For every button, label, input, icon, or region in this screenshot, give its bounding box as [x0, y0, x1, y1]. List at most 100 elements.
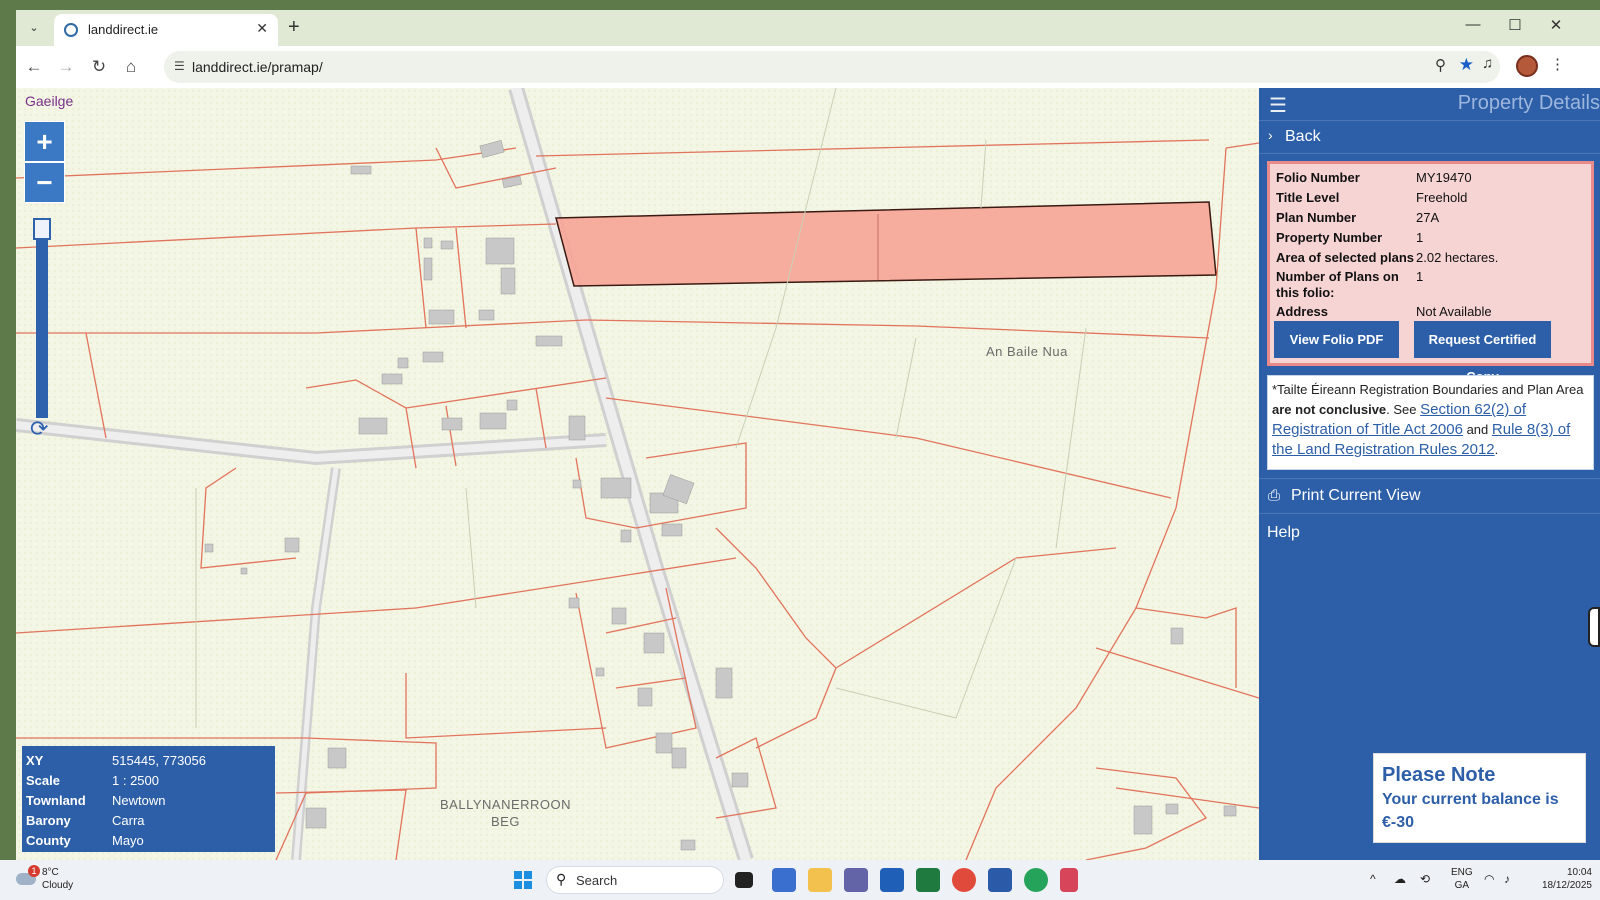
notice-see-text: . See — [1386, 402, 1417, 417]
balance-note-title: Please Note — [1382, 764, 1496, 786]
xy-label: XY — [26, 752, 44, 768]
panel-header: ☰ Property Details — [1259, 88, 1600, 118]
file-explorer-icon[interactable] — [808, 868, 832, 892]
site-favicon-icon — [64, 23, 78, 37]
teams-icon[interactable] — [844, 868, 868, 892]
word-icon[interactable] — [988, 868, 1012, 892]
maximize-icon[interactable]: ☐ — [1505, 16, 1525, 34]
balance-note: Please Note Your current balance is €-30 — [1373, 753, 1586, 843]
balance-note-amount: €-30 — [1382, 814, 1415, 831]
close-window-icon[interactable]: ✕ — [1546, 16, 1566, 34]
tray-chevron-up-icon[interactable]: ^ — [1370, 872, 1376, 886]
browser-tab[interactable]: landdirect.ie ✕ — [54, 14, 278, 46]
notice-bold-text: are not conclusive — [1272, 402, 1387, 417]
excel-icon[interactable] — [916, 868, 940, 892]
title-level-label: Title Level — [1276, 190, 1340, 205]
area-label: Area of selected plans — [1276, 250, 1414, 265]
townland-value: Newtown — [112, 792, 166, 808]
menu-kebab-icon[interactable]: ⋮ — [1550, 55, 1565, 73]
snipping-tool-icon[interactable] — [1060, 868, 1078, 892]
sync-icon[interactable]: ⟲ — [1420, 872, 1430, 886]
place-label-an-baile-nua: An Baile Nua — [986, 344, 1068, 359]
refresh-icon[interactable]: ⟳ — [30, 416, 48, 442]
property-number-value: 1 — [1416, 230, 1424, 245]
store-icon[interactable] — [880, 868, 904, 892]
printer-icon: ⎙ — [1268, 487, 1281, 504]
townland-label: Townland — [26, 792, 86, 808]
panel-title: Property Details — [1457, 92, 1600, 114]
weather-condition: Cloudy — [42, 880, 74, 891]
taskbar-search[interactable]: ⚲ Search — [546, 866, 724, 894]
barony-label: Barony — [26, 812, 71, 828]
county-label: County — [26, 832, 71, 848]
site-info-icon[interactable]: ☰ — [174, 59, 185, 73]
balance-note-line1: Your current balance is — [1382, 791, 1559, 808]
onedrive-cloud-icon[interactable]: ☁ — [1394, 872, 1406, 886]
back-arrow-icon[interactable]: ← — [22, 55, 46, 79]
weather-widget[interactable]: 1 8°C Cloudy — [16, 865, 96, 895]
barony-value: Carra — [112, 812, 145, 828]
back-button[interactable]: › Back — [1259, 120, 1600, 154]
info-row-scale: Scale 1 : 2500 — [26, 770, 271, 790]
clock-date: 18/12/2025 — [1541, 880, 1592, 891]
new-tab-icon[interactable]: + — [288, 16, 300, 39]
close-tab-icon[interactable]: ✕ — [256, 20, 268, 37]
lang-primary: ENG — [1451, 867, 1473, 878]
map-viewer[interactable]: Gaeilge + − ⟳ An Baile Nua BALLYNANERROO… — [16, 88, 1259, 860]
plan-number-label: Plan Number — [1276, 210, 1357, 225]
bookmark-star-icon[interactable]: ★ — [1459, 55, 1474, 75]
side-widget-icon[interactable] — [1588, 607, 1600, 647]
system-clock[interactable]: 10:04 18/12/2025 — [1530, 866, 1592, 892]
taskbar-search-label: Search — [576, 873, 618, 888]
browser-window: ⌄ landdirect.ie ✕ + — ☐ ✕ ← → ↻ ⌂ ☰ land… — [16, 10, 1600, 860]
tab-search-icon[interactable]: ⌄ — [24, 18, 44, 38]
forward-arrow-icon[interactable]: → — [54, 55, 78, 79]
chevron-right-icon: › — [1268, 127, 1273, 143]
zoom-out-button[interactable]: − — [24, 162, 65, 203]
zoom-slider[interactable] — [36, 218, 48, 418]
place-label-ballynanerroon: BALLYNANERROON — [440, 797, 572, 812]
place-label-ballynanerroon-beg: BEG — [491, 814, 520, 829]
chrome-icon[interactable] — [952, 868, 976, 892]
info-row-county: County Mayo — [26, 830, 271, 850]
windows-start-icon[interactable] — [514, 871, 532, 889]
zoom-slider-handle[interactable] — [33, 218, 51, 240]
property-details-panel: ☰ Property Details › Back Folio Number MY… — [1259, 88, 1600, 860]
whatsapp-icon[interactable] — [1024, 868, 1048, 892]
clock-time: 10:04 — [1566, 867, 1592, 878]
reload-icon[interactable]: ↻ — [87, 55, 111, 79]
folio-details-card: Folio Number MY19470 Title Level Freehold … — [1267, 161, 1594, 384]
print-current-view-button[interactable]: ⎙ Print Current View — [1259, 478, 1600, 514]
weather-badge: 1 — [28, 865, 40, 877]
remote-desktop-icon[interactable] — [772, 868, 796, 892]
folio-number-value: MY19470 — [1416, 170, 1472, 185]
hamburger-menu-icon[interactable]: ☰ — [1269, 93, 1287, 118]
view-folio-pdf-button[interactable]: View Folio PDF — [1274, 321, 1399, 358]
map-canvas[interactable] — [16, 88, 1259, 860]
notice-end-text: . — [1494, 442, 1499, 457]
taskbar: 1 8°C Cloudy ⚲ Search ^ ☁ ⟲ ENG GA ◠ ♪ 1… — [0, 860, 1600, 900]
wifi-icon[interactable]: ◠ — [1484, 872, 1494, 886]
notice-and-text: and — [1466, 422, 1489, 437]
weather-temp: 8°C — [42, 867, 59, 878]
volume-icon[interactable]: ♪ — [1504, 872, 1510, 886]
task-view-icon[interactable] — [735, 872, 753, 888]
plan-number-value: 27A — [1416, 210, 1440, 225]
profile-avatar[interactable] — [1516, 55, 1538, 77]
home-icon[interactable]: ⌂ — [119, 55, 143, 79]
area-value: 2.02 hectares. — [1416, 250, 1499, 265]
notice-text: *Tailte Éireann Registration Boundaries … — [1272, 382, 1584, 397]
address-label: Address — [1276, 304, 1329, 319]
zoom-in-button[interactable]: + — [24, 121, 65, 162]
url-text[interactable]: landdirect.ie/pramap/ — [192, 59, 323, 75]
print-label: Print Current View — [1291, 487, 1421, 504]
zoom-icon[interactable]: ⚲ — [1435, 56, 1446, 74]
help-link[interactable]: Help — [1267, 524, 1300, 542]
address-bar[interactable]: ☰ landdirect.ie/pramap/ ⚲ ★ — [164, 51, 1500, 83]
registration-notice: *Tailte Éireann Registration Boundaries … — [1267, 375, 1594, 470]
media-control-icon[interactable]: ♫ — [1482, 55, 1493, 72]
minimize-icon[interactable]: — — [1463, 16, 1483, 33]
input-language[interactable]: ENG GA — [1451, 866, 1473, 892]
language-link[interactable]: Gaeilge — [25, 93, 73, 109]
request-certified-copy-button[interactable]: Request Certified Copy — [1414, 321, 1551, 384]
